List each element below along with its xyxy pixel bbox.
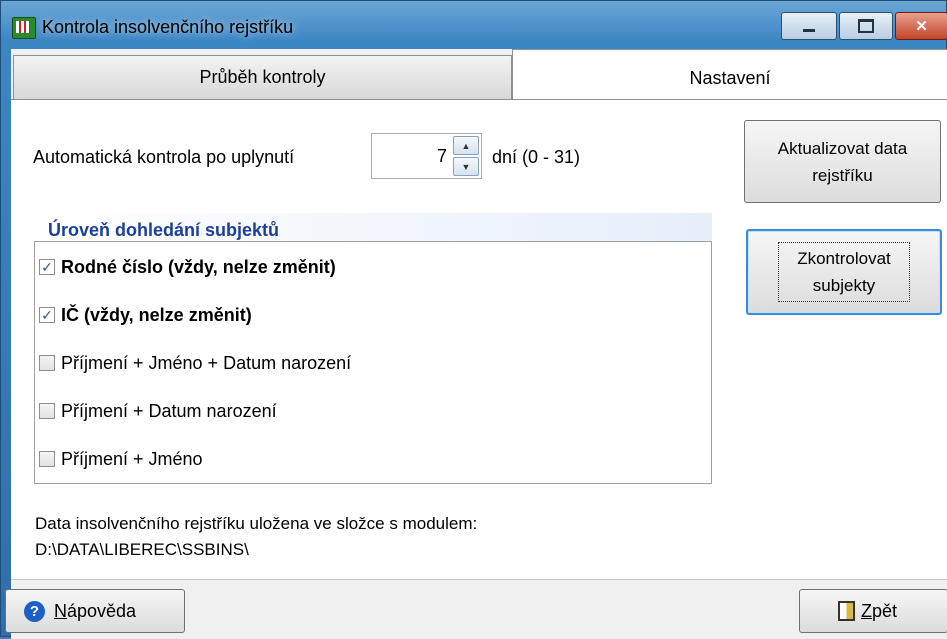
match-level-header: Úroveň dohledání subjektů	[34, 213, 712, 241]
back-accelerator: Z	[861, 600, 872, 621]
close-icon: ✕	[915, 18, 928, 35]
option-prijmeni-jmeno-datum[interactable]: Příjmení + Jméno + Datum narození	[39, 350, 351, 376]
option-prijmeni-datum[interactable]: Příjmení + Datum narození	[39, 398, 277, 424]
checkbox-checked[interactable]: ✓	[39, 307, 55, 323]
app-grid-icon[interactable]	[12, 17, 36, 39]
option-rodne-cislo[interactable]: ✓ Rodné číslo (vždy, nelze změnit)	[39, 254, 336, 280]
option-label: Příjmení + Datum narození	[61, 400, 277, 421]
checkbox[interactable]	[39, 403, 55, 419]
window-title: Kontrola insolvenčního rejstříku	[42, 17, 294, 37]
close-button[interactable]: ✕	[895, 12, 947, 40]
auto-check-days-stepper[interactable]: 7 ▲ ▼	[371, 133, 482, 179]
option-label: Rodné číslo (vždy, nelze změnit)	[61, 256, 336, 277]
update-label-line1: Aktualizovat data	[777, 138, 908, 158]
checkbox[interactable]	[39, 451, 55, 467]
update-label-line2: rejstříku	[812, 165, 873, 185]
match-level-options: ✓ Rodné číslo (vždy, nelze změnit) ✓ IČ …	[34, 241, 712, 484]
checkbox[interactable]	[39, 355, 55, 371]
stepper-up-button[interactable]: ▲	[453, 136, 479, 155]
maximize-icon	[858, 19, 874, 33]
auto-check-label: Automatická kontrola po uplynutí	[33, 147, 295, 167]
storage-info-text: Data insolvenčního rejstříku uložena ve …	[35, 514, 478, 533]
stepper-buttons: ▲ ▼	[453, 136, 479, 176]
back-label-rest: pět	[872, 600, 898, 621]
title-bar[interactable]: Kontrola insolvenčního rejstříku ✕	[1, 1, 947, 49]
client-area: Průběh kontroly Nastavení Automatická ko…	[5, 49, 947, 639]
checkbox-checked[interactable]: ✓	[39, 259, 55, 275]
minimize-button[interactable]	[781, 12, 837, 40]
help-label: Nápověda	[54, 601, 136, 622]
door-exit-icon	[838, 601, 855, 621]
option-label: Příjmení + Jméno	[61, 448, 203, 469]
update-registry-label: Aktualizovat data rejstříku	[778, 135, 907, 189]
auto-check-days-value[interactable]: 7	[437, 146, 447, 167]
back-button[interactable]: Zpět	[799, 589, 947, 633]
minimize-icon	[803, 28, 815, 32]
tab-nastaveni[interactable]: Nastavení	[512, 49, 947, 101]
check-subjects-button[interactable]: Zkontrolovat subjekty	[746, 229, 942, 315]
option-label: IČ (vždy, nelze změnit)	[61, 304, 252, 325]
app-window: Kontrola insolvenčního rejstříku ✕ Průbě…	[0, 0, 947, 639]
stepper-down-button[interactable]: ▼	[453, 157, 479, 176]
back-label: Zpět	[861, 601, 897, 622]
help-label-rest: ápověda	[67, 600, 137, 621]
option-prijmeni-jmeno[interactable]: Příjmení + Jméno	[39, 446, 203, 472]
check-subjects-label: Zkontrolovat subjekty	[778, 242, 910, 302]
update-registry-button[interactable]: Aktualizovat data rejstříku	[744, 120, 941, 203]
help-accelerator: N	[54, 600, 67, 621]
check-label-line2: subjekty	[812, 276, 876, 295]
maximize-button[interactable]	[839, 12, 893, 40]
question-icon: ?	[24, 600, 45, 622]
storage-path: D:\DATA\LIBEREC\SSBINS\	[35, 540, 249, 559]
option-label: Příjmení + Jméno + Datum narození	[61, 352, 352, 373]
footer-bar: ? Nápověda Zpět	[5, 579, 947, 639]
tab-prubeh-kontroly[interactable]: Průběh kontroly	[13, 55, 512, 99]
check-label-line1: Zkontrolovat	[797, 249, 891, 268]
help-button[interactable]: ? Nápověda	[5, 589, 185, 633]
auto-check-suffix: dní (0 - 31)	[492, 147, 581, 167]
option-ic[interactable]: ✓ IČ (vždy, nelze změnit)	[39, 302, 252, 328]
match-level-title: Úroveň dohledání subjektů	[48, 220, 280, 240]
